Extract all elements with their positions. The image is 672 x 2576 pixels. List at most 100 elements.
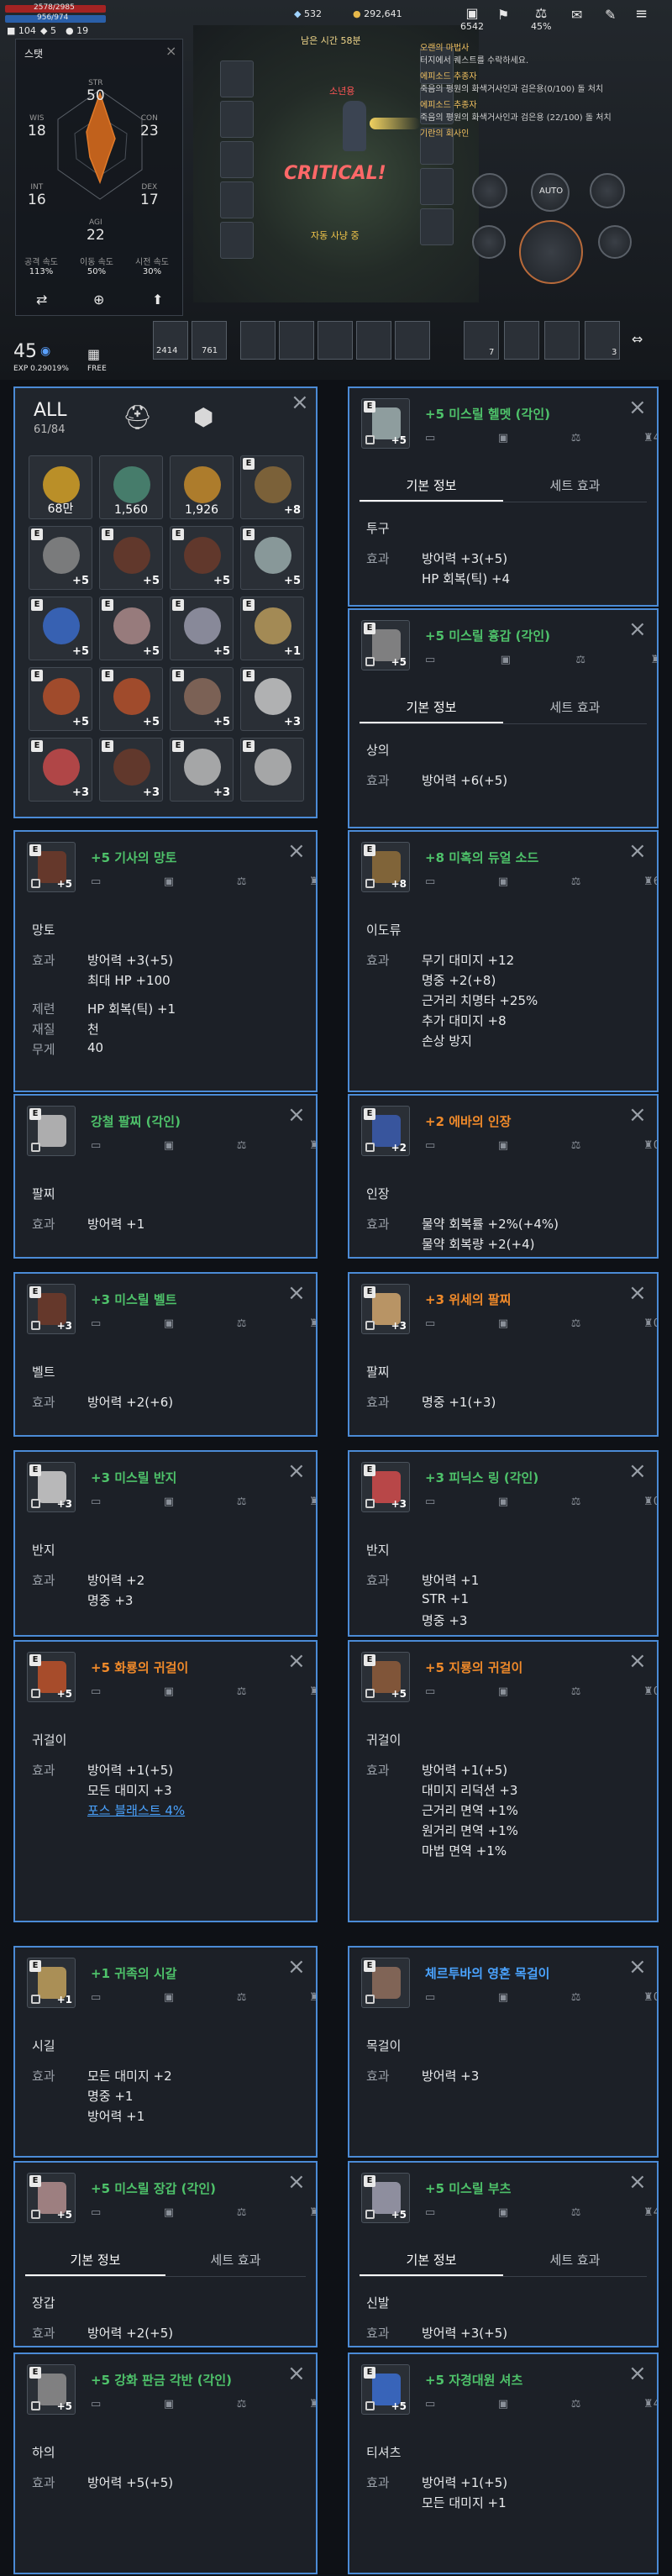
close-button[interactable]: × <box>628 618 647 640</box>
item-count: 68만 <box>47 502 74 516</box>
quickslot[interactable] <box>318 321 353 360</box>
inventory-slot[interactable]: E +5 <box>240 526 304 590</box>
skill-button[interactable] <box>590 173 625 208</box>
inventory-slot[interactable]: 68만 <box>29 455 92 519</box>
close-button[interactable]: × <box>287 1460 306 1482</box>
tab-basic-info[interactable]: 기본 정보 <box>360 469 503 502</box>
close-button[interactable]: × <box>628 1956 647 1978</box>
quickslot[interactable] <box>544 321 580 360</box>
close-button[interactable]: × <box>287 1282 306 1304</box>
effect-label: 효과 <box>32 2326 55 2341</box>
equip-slot-weapon[interactable] <box>220 222 254 259</box>
weight-value: ♜ 0 <box>309 1991 316 2006</box>
close-button[interactable]: × <box>628 840 647 862</box>
close-button[interactable]: × <box>628 1282 647 1304</box>
close-button[interactable]: × <box>287 2171 306 2193</box>
inventory-slot[interactable]: 1,926 <box>170 455 234 519</box>
quest-item[interactable]: 에피소드 추종자 죽음의 평원의 화색거사인과 검은용 (22/100) 돌 처치 <box>420 97 630 123</box>
quest-item[interactable]: 기란의 회사인 <box>420 126 630 139</box>
currency-b[interactable]: ⚖ 45% <box>531 5 551 32</box>
inventory-slot[interactable]: E +5 <box>29 526 92 590</box>
skill-button[interactable] <box>598 225 632 259</box>
box-icon: ▣ <box>497 1991 509 2004</box>
helmet-filter-icon[interactable]: ⛑ <box>123 403 153 431</box>
quickslot[interactable] <box>240 321 276 360</box>
extra-label: 무게 <box>32 1042 55 1057</box>
quickslot[interactable] <box>356 321 391 360</box>
inventory-slot[interactable]: E +5 <box>170 526 234 590</box>
tab-set-effect[interactable]: 세트 효과 <box>165 2243 306 2276</box>
equip-slot-shield[interactable] <box>420 208 454 245</box>
item-category: 망토 <box>32 923 55 938</box>
item-category: 목걸이 <box>366 2038 402 2053</box>
equip-slot-belt[interactable] <box>420 168 454 205</box>
zoom-icon[interactable]: ⊕ <box>93 292 104 308</box>
inventory-filter-all[interactable]: ALL <box>34 400 67 421</box>
close-button[interactable]: × <box>287 1650 306 1672</box>
shop-icon[interactable]: ⚑ <box>497 7 509 23</box>
tab-set-effect[interactable]: 세트 효과 <box>503 2243 647 2276</box>
mail-icon[interactable]: ✉ <box>571 7 582 23</box>
quickslot[interactable] <box>395 321 430 360</box>
inventory-slot[interactable]: E +1 <box>240 597 304 660</box>
inventory-slot[interactable]: E +5 <box>99 597 163 660</box>
tab-basic-info[interactable]: 기본 정보 <box>360 691 503 723</box>
expand-icon[interactable]: ⇔ <box>632 331 643 347</box>
box-filter-icon[interactable]: ⬢ <box>193 403 213 431</box>
equip-slot-gloves[interactable] <box>220 141 254 178</box>
settings-icon[interactable]: ✎ <box>605 7 616 23</box>
close-button[interactable]: × <box>628 397 647 418</box>
inventory-slot[interactable]: E +8 <box>240 455 304 519</box>
inventory-slot[interactable]: E +5 <box>99 526 163 590</box>
close-button[interactable]: × <box>628 1650 647 1672</box>
item-icon-box: E +2 <box>361 1106 410 1156</box>
quest-item[interactable]: 에피소드 추종자 죽음의 평원의 화색거사인과 검은용(0/100) 돌 처치 <box>420 69 630 94</box>
tab-set-effect[interactable]: 세트 효과 <box>503 469 647 502</box>
close-button[interactable]: × <box>287 840 306 862</box>
inventory-slot[interactable]: E +5 <box>99 667 163 731</box>
equip-slot-boots[interactable] <box>220 181 254 218</box>
quickslot[interactable] <box>504 321 539 360</box>
inventory-slot[interactable]: E +3 <box>240 667 304 731</box>
inventory-close-button[interactable]: × <box>291 392 309 413</box>
inventory-slot[interactable]: E +3 <box>170 738 234 802</box>
skill-link[interactable]: 포스 블래스트 4% <box>87 1801 185 1819</box>
quickslot[interactable] <box>279 321 314 360</box>
equip-slot-helmet[interactable] <box>220 60 254 97</box>
auto-button[interactable]: AUTO <box>531 173 570 212</box>
calendar-icon[interactable]: ▦ <box>87 346 100 362</box>
stat-panel-close[interactable]: × <box>165 43 176 59</box>
item-category: 장갑 <box>32 2295 55 2311</box>
swap-icon[interactable]: ⇄ <box>36 292 47 308</box>
stat-c: ● 19 <box>66 25 89 36</box>
tab-set-effect[interactable]: 세트 효과 <box>503 691 647 723</box>
inventory-slot[interactable]: E +5 <box>170 597 234 660</box>
inventory-slot[interactable]: E +5 <box>29 597 92 660</box>
lock-icon <box>365 1143 375 1152</box>
up-arrow-icon[interactable]: ⬆ <box>152 292 163 308</box>
close-button[interactable]: × <box>287 1956 306 1978</box>
inventory-slot[interactable]: E +5 <box>170 667 234 731</box>
inventory-slot[interactable]: E +3 <box>29 738 92 802</box>
skill-button[interactable] <box>472 173 507 208</box>
tab-basic-info[interactable]: 기본 정보 <box>360 2243 503 2276</box>
tab-basic-info[interactable]: 기본 정보 <box>25 2243 165 2276</box>
skill-button[interactable] <box>472 225 506 259</box>
close-button[interactable]: × <box>628 1104 647 1126</box>
close-button[interactable]: × <box>628 1460 647 1482</box>
inventory-slot[interactable]: E +5 <box>29 667 92 731</box>
quest-item[interactable]: 오랜의 마법사 터지에서 퀘스트를 수락하세요. <box>420 40 630 66</box>
close-button[interactable]: × <box>628 2171 647 2193</box>
close-button[interactable]: × <box>287 2363 306 2384</box>
currency-a[interactable]: ▣ 6542 <box>460 5 484 32</box>
menu-icon[interactable]: ≡ <box>635 5 648 23</box>
inventory-slot[interactable]: E +3 <box>99 738 163 802</box>
inventory-slot[interactable]: E <box>240 738 304 802</box>
inventory-slot[interactable]: 1,560 <box>99 455 163 519</box>
attack-button[interactable] <box>519 220 583 284</box>
close-button[interactable]: × <box>287 1104 306 1126</box>
equip-slot-armor[interactable] <box>220 101 254 138</box>
extra-label: 제련 <box>32 1001 55 1017</box>
close-button[interactable]: × <box>628 2363 647 2384</box>
stat-str: STR 50 <box>87 79 105 104</box>
